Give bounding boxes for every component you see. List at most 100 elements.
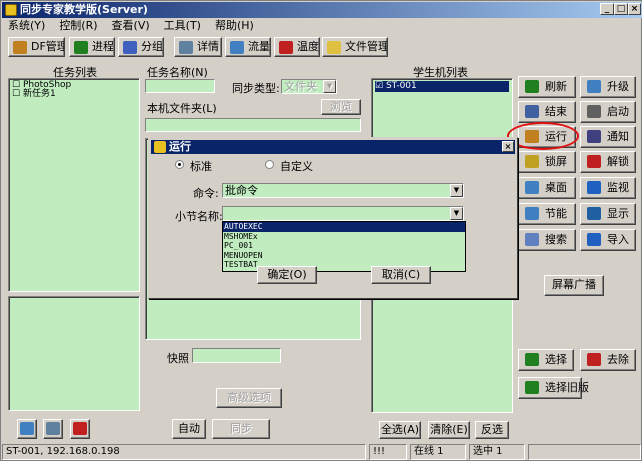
custom-radio[interactable] — [265, 160, 274, 169]
menu-system[interactable]: 系统(Y) — [8, 19, 45, 32]
menu-tools[interactable]: 工具(T) — [164, 19, 201, 32]
group-icon — [123, 41, 137, 54]
status-online: 在线 1 — [410, 444, 466, 460]
lock-screen-button[interactable]: 锁屏 — [518, 151, 576, 173]
end-icon — [525, 105, 539, 118]
button-label: 监视 — [607, 181, 629, 194]
task-list-panel[interactable]: ☐ PhotoShop ☐ 新任务1 — [8, 78, 140, 292]
menu-view[interactable]: 查看(V) — [112, 19, 150, 32]
dropdown-option[interactable]: MENUOPEN — [223, 251, 465, 261]
task-item[interactable]: ☐ 新任务1 — [12, 90, 71, 99]
button-label: 搜索 — [545, 233, 567, 246]
dropdown-option[interactable]: PC_001 — [223, 241, 465, 251]
snapshot-input[interactable] — [192, 348, 281, 363]
run-dialog-icon — [154, 141, 166, 153]
end-button[interactable]: 结束 — [518, 101, 576, 123]
button-label: 结束 — [545, 105, 567, 118]
run-dialog: 运行 × 标准 自定义 命令: 批命令 ▼ 小节名称: ▼ AUTOEXEC MS… — [148, 137, 518, 299]
display-icon — [587, 207, 601, 220]
search-button[interactable]: 搜索 — [518, 229, 576, 251]
select-old-button[interactable]: 选择旧版 — [518, 377, 589, 399]
dialog-title-bar[interactable]: 运行 — [151, 140, 515, 154]
detail-button[interactable]: 详情 — [174, 37, 222, 57]
temperature-button[interactable]: 温度 — [274, 37, 320, 57]
power-save-icon — [525, 207, 539, 220]
app-icon — [5, 4, 17, 16]
notify-button[interactable]: 通知 — [580, 126, 636, 148]
checkmark-icon — [525, 353, 539, 366]
command-select[interactable]: 批命令 ▼ — [222, 183, 464, 198]
toolbar-label: 分组 — [141, 40, 163, 53]
group-button[interactable]: 分组 — [118, 37, 164, 57]
select-all-button[interactable]: 全选(A) — [379, 421, 421, 439]
button-label: 升级 — [607, 80, 629, 93]
copy-task-button[interactable] — [43, 419, 63, 439]
task-name-input[interactable] — [145, 79, 215, 93]
sync-type-label: 同步类型: — [232, 82, 280, 95]
advanced-options-button[interactable]: 高级选项 — [216, 388, 282, 408]
cross-icon — [587, 353, 601, 366]
import-button[interactable]: 导入 — [580, 229, 636, 251]
button-label: 通知 — [607, 130, 629, 143]
monitor-icon — [587, 181, 601, 194]
screen-broadcast-button[interactable]: 屏幕广播 — [544, 275, 604, 296]
toolbar-label: 文件管理 — [345, 40, 388, 53]
local-folder-input[interactable] — [145, 118, 361, 132]
menu-control[interactable]: 控制(R) — [59, 19, 97, 32]
minimize-button[interactable]: _ — [600, 3, 614, 15]
command-label: 命令: — [193, 187, 219, 200]
display-button[interactable]: 显示 — [580, 203, 636, 225]
unlock-icon — [587, 155, 601, 168]
custom-radio-label: 自定义 — [280, 160, 313, 173]
task-detail-panel — [8, 296, 140, 411]
df-manage-icon — [13, 41, 27, 54]
toolbar-label: 流量 — [248, 40, 270, 53]
status-selected: 选中 1 — [469, 444, 525, 460]
standard-radio[interactable] — [175, 160, 184, 169]
cancel-button[interactable]: 取消(C) — [371, 266, 431, 284]
desktop-button[interactable]: 桌面 — [518, 177, 576, 199]
auto-button[interactable]: 自动 — [172, 419, 206, 439]
traffic-button[interactable]: 流量 — [225, 37, 271, 57]
toolbar-label: 温度 — [297, 40, 319, 53]
menu-help[interactable]: 帮助(H) — [215, 19, 254, 32]
delete-task-button[interactable] — [70, 419, 90, 439]
add-task-button[interactable] — [17, 419, 37, 439]
clear-button[interactable]: 清除(E) — [428, 421, 470, 439]
dropdown-option[interactable]: MSHOMEx — [223, 232, 465, 242]
sync-button[interactable]: 同步 — [212, 419, 270, 439]
invert-button[interactable]: 反选 — [475, 421, 509, 439]
notify-icon — [587, 130, 601, 143]
title-bar[interactable]: 同步专家教学版(Server) — [2, 2, 642, 18]
refresh-button[interactable]: 刷新 — [518, 76, 576, 98]
ok-button[interactable]: 确定(O) — [257, 266, 317, 284]
remove-button[interactable]: 去除 — [580, 349, 636, 371]
sync-type-select[interactable]: 文件夹 ▼ — [281, 79, 337, 94]
select-button[interactable]: 选择 — [518, 349, 574, 371]
student-item[interactable]: ☑ ST-001 — [375, 81, 509, 92]
dialog-close-button[interactable]: × — [502, 141, 514, 152]
window-title: 同步专家教学版(Server) — [20, 3, 148, 16]
section-dropdown-list[interactable]: AUTOEXEC MSHOMEx PC_001 MENUOPEN TESTBAT — [222, 221, 466, 272]
dropdown-option[interactable]: AUTOEXEC — [223, 222, 465, 232]
local-folder-label: 本机文件夹(L) — [147, 102, 217, 115]
button-label: 选择 — [545, 353, 567, 366]
maximize-button[interactable]: □ — [614, 3, 628, 15]
monitor-button[interactable]: 监视 — [580, 177, 636, 199]
file-manage-button[interactable]: 文件管理 — [322, 37, 388, 57]
status-indicator: !!! — [369, 444, 407, 460]
df-manage-button[interactable]: DF管理 — [8, 37, 65, 57]
section-name-select[interactable]: ▼ — [222, 206, 464, 221]
upgrade-button[interactable]: 升级 — [580, 76, 636, 98]
browse-button[interactable]: 浏览 — [321, 99, 361, 115]
process-button[interactable]: 进程 — [69, 37, 115, 57]
upgrade-icon — [587, 80, 601, 93]
unlock-button[interactable]: 解锁 — [580, 151, 636, 173]
chevron-down-icon: ▼ — [450, 207, 463, 220]
power-save-button[interactable]: 节能 — [518, 203, 576, 225]
toolbar-label: 详情 — [197, 40, 219, 53]
start-button[interactable]: 启动 — [580, 101, 636, 123]
process-icon — [74, 41, 88, 54]
delete-task-icon — [73, 422, 87, 435]
close-button[interactable]: × — [628, 3, 641, 15]
